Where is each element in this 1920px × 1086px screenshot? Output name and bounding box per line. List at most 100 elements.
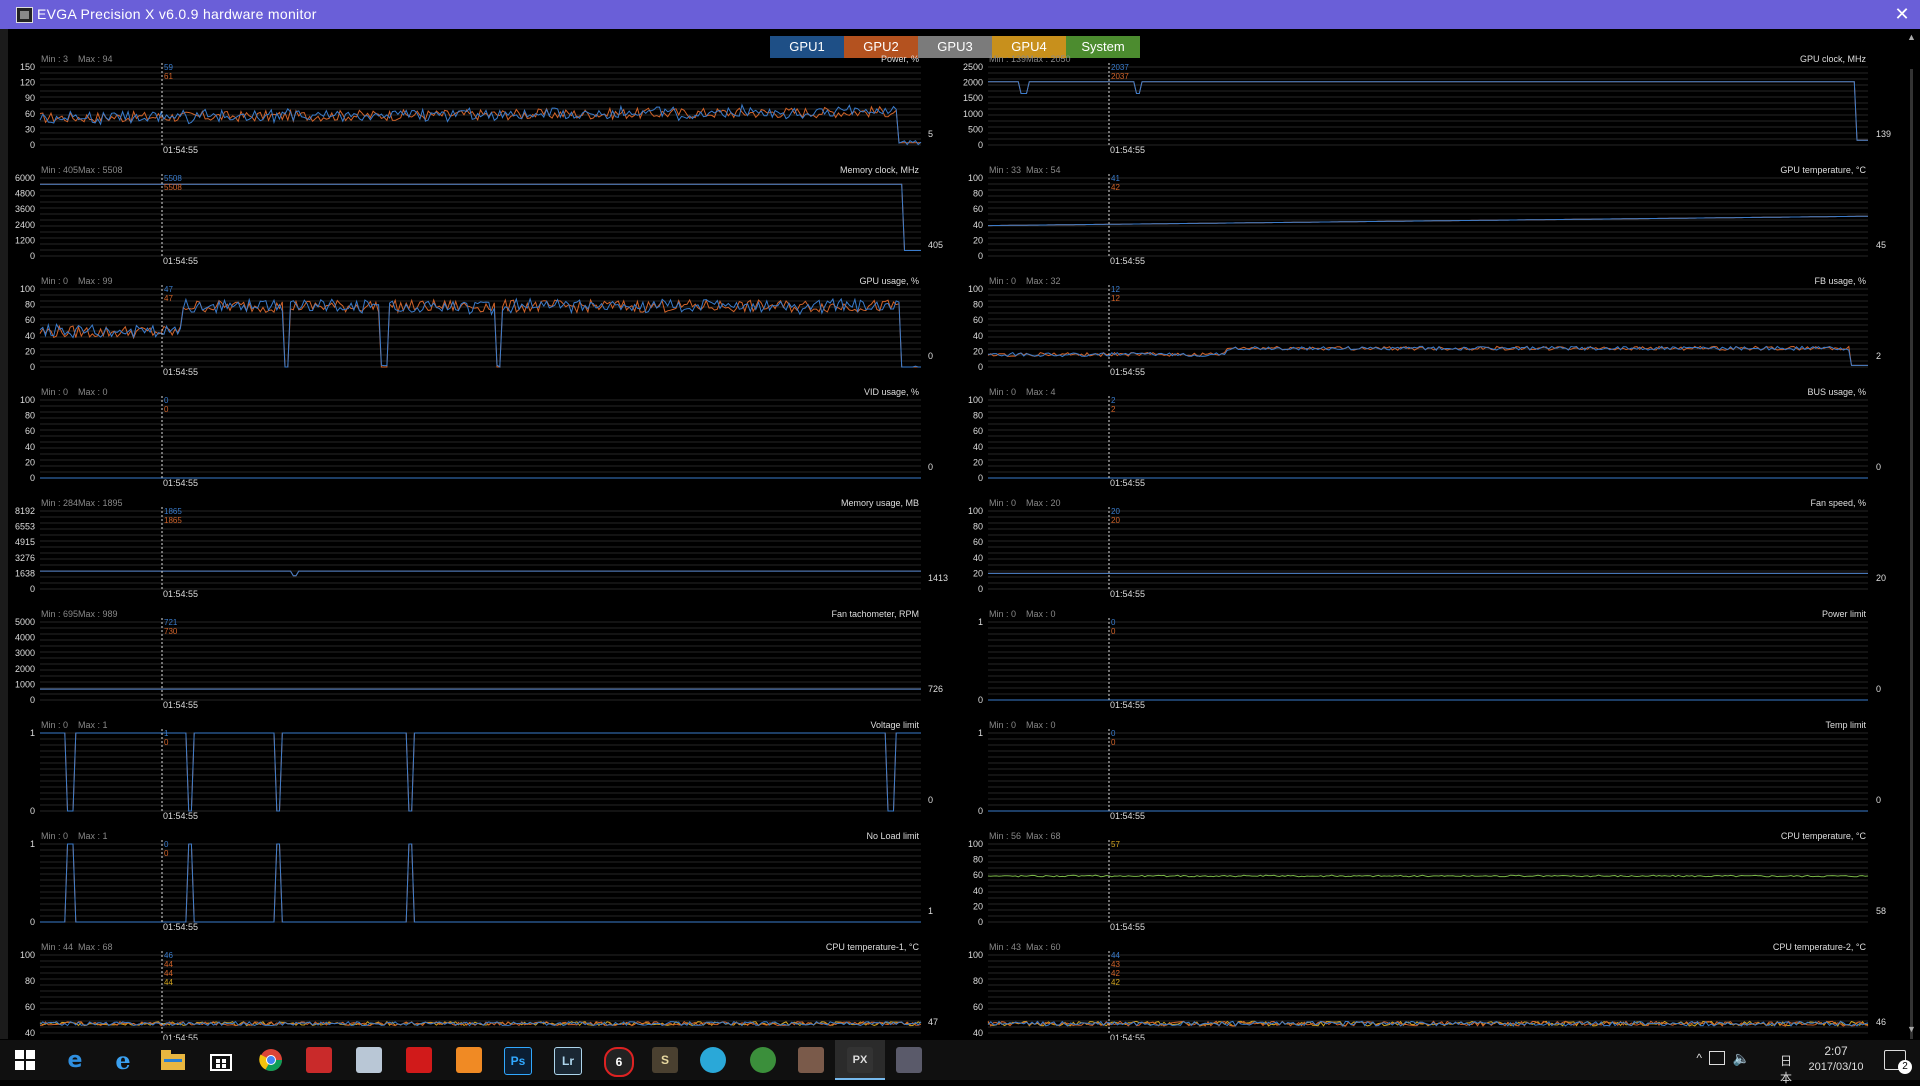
app-notes-icon[interactable]	[356, 1047, 382, 1073]
y-tick-label: 120	[20, 78, 35, 88]
camera-app-icon[interactable]	[456, 1047, 482, 1073]
y-tick-label: 0	[30, 695, 35, 705]
y-tick-label: 0	[30, 140, 35, 150]
cursor-value-label: 42	[1111, 183, 1120, 192]
app-s-icon[interactable]: S	[652, 1047, 678, 1073]
graph-title: FB usage, %	[1814, 276, 1866, 286]
series-line	[40, 183, 921, 251]
time-cursor-label: 01:54:55	[163, 478, 198, 488]
y-tick-label: 0	[30, 251, 35, 261]
precision-x-icon[interactable]: PX	[847, 1047, 873, 1073]
current-value-label: 0	[928, 462, 933, 472]
cursor-value-label: 44	[164, 969, 173, 978]
y-tick-label: 40	[973, 331, 983, 341]
graph-max-label: Max : 1	[78, 720, 108, 730]
series-line	[40, 570, 921, 577]
graph-title: GPU clock, MHz	[1800, 54, 1867, 64]
vertical-scrollbar[interactable]: ▲ ▼	[1904, 29, 1920, 1039]
scroll-up-icon[interactable]: ▲	[1907, 32, 1916, 42]
time-cursor-label: 01:54:55	[163, 367, 198, 377]
graph-left-7: Min : 0 Max : 1 Voltage limit10 01:54:55100	[30, 720, 933, 821]
scroll-down-icon[interactable]: ▼	[1907, 1024, 1916, 1034]
clock-date[interactable]: 2017/03/10	[1806, 1061, 1866, 1073]
app-red-icon[interactable]	[306, 1047, 332, 1073]
current-value-label: 47	[928, 1017, 938, 1027]
cursor-value-label: 2037	[1111, 72, 1129, 81]
y-tick-label: 0	[30, 362, 35, 372]
graph-max-label: Max : 4	[1026, 387, 1056, 397]
app-monitor-icon[interactable]	[896, 1047, 922, 1073]
cursor-value-label: 42	[1111, 978, 1120, 987]
graph-max-label: Max : 5508	[78, 165, 123, 175]
time-cursor-label: 01:54:55	[1110, 811, 1145, 821]
graph-title: BUS usage, %	[1807, 387, 1866, 397]
app-globe-icon[interactable]	[700, 1047, 726, 1073]
chrome-icon[interactable]	[258, 1047, 284, 1073]
y-tick-label: 500	[968, 124, 983, 134]
y-tick-label: 0	[978, 251, 983, 261]
graph-title: GPU usage, %	[859, 276, 919, 286]
graph-min-label: Min : 405	[41, 165, 78, 175]
graph-right-2: Min : 33 Max : 54 GPU temperature, °C 100 80…	[968, 165, 1886, 266]
network-icon[interactable]	[1709, 1051, 1725, 1065]
y-tick-label: 100	[968, 839, 983, 849]
y-tick-label: 0	[30, 806, 35, 816]
graph-left-3: Min : 0 Max : 99 GPU usage, % 100 80 60 40 20 0 0…	[20, 276, 933, 377]
graph-max-label: Max : 1	[78, 831, 108, 841]
y-tick-label: 100	[968, 173, 983, 183]
volume-icon[interactable]: 🔈	[1733, 1050, 1750, 1067]
graph-min-label: Min : 0	[989, 720, 1016, 730]
internet-explorer-icon[interactable]: e	[110, 1046, 136, 1075]
lightroom-icon[interactable]: Lr	[554, 1047, 582, 1075]
graph-right-1: Min : 139 Max : 2050 GPU clock, MHz 2500 200…	[963, 54, 1891, 155]
scroll-thumb[interactable]	[1910, 69, 1913, 1039]
store-icon[interactable]	[208, 1047, 234, 1073]
cursor-value-label: 5508	[164, 183, 182, 192]
series-line	[39, 297, 921, 368]
graph-right-3: Min : 0 Max : 32 FB usage, % 100 80 60 40 20 0 01…	[968, 276, 1881, 377]
time-cursor-label: 01:54:55	[1110, 256, 1145, 266]
y-tick-label: 20	[25, 457, 35, 467]
y-tick-label: 20	[973, 346, 983, 356]
y-tick-label: 40	[25, 442, 35, 452]
current-value-label: 139	[1876, 129, 1891, 139]
app-avatar-icon[interactable]	[798, 1047, 824, 1073]
app-6-icon[interactable]: 6	[604, 1047, 634, 1077]
y-tick-label: 80	[973, 522, 983, 532]
app-red2-icon[interactable]	[406, 1047, 432, 1073]
cursor-value-label: 0	[1111, 627, 1116, 636]
tray-chevron-icon[interactable]: ^	[1696, 1051, 1702, 1065]
windows-start-icon[interactable]	[12, 1047, 38, 1073]
cursor-value-label: 1865	[164, 516, 182, 525]
graph-max-label: Max : 989	[78, 609, 118, 619]
graph-right-5: Min : 0 Max : 20 Fan speed, % 100 80 60 40 20 0 0…	[968, 498, 1886, 599]
photoshop-icon[interactable]: Ps	[504, 1047, 532, 1075]
graph-right-7: Min : 0 Max : 0 Temp limit10 01:54:55000	[978, 720, 1881, 821]
graph-min-label: Min : 0	[41, 387, 68, 397]
edge-icon[interactable]: e	[62, 1047, 88, 1073]
cursor-value-label: 0	[164, 849, 169, 858]
y-tick-label: 60	[973, 870, 983, 880]
y-tick-label: 1000	[15, 679, 35, 689]
y-tick-label: 40	[973, 442, 983, 452]
clock-time[interactable]: 2:07	[1806, 1044, 1866, 1058]
y-tick-label: 20	[25, 346, 35, 356]
graph-title: CPU temperature-1, °C	[826, 942, 920, 952]
ime-indicator[interactable]: 日本	[1780, 1052, 1792, 1086]
y-tick-label: 0	[978, 917, 983, 927]
cursor-value-label: 0	[164, 405, 169, 414]
graph-title: Voltage limit	[870, 720, 919, 730]
y-tick-label: 0	[978, 806, 983, 816]
cursor-value-label: 47	[164, 294, 173, 303]
cursor-value-label: 5508	[164, 174, 182, 183]
app-map-icon[interactable]	[750, 1047, 776, 1073]
cursor-value-label: 0	[1111, 618, 1116, 627]
y-tick-label: 1000	[963, 109, 983, 119]
cursor-value-label: 0	[164, 738, 169, 747]
current-value-label: 0	[1876, 684, 1881, 694]
graph-min-label: Min : 695	[41, 609, 78, 619]
file-explorer-icon[interactable]	[160, 1047, 186, 1073]
y-tick-label: 20	[973, 235, 983, 245]
graph-right-6: Min : 0 Max : 0 Power limit10 01:54:55000	[978, 609, 1881, 710]
y-tick-label: 0	[978, 362, 983, 372]
